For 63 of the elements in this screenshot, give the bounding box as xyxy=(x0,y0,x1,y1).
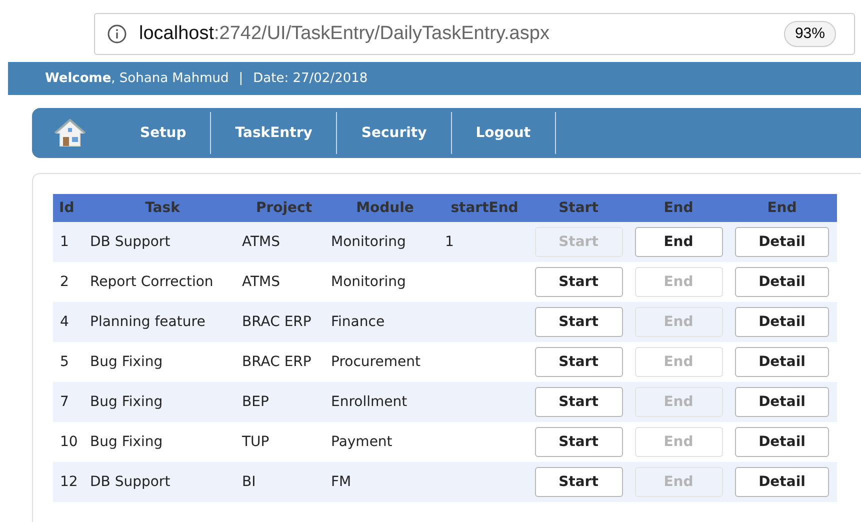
table-cell: FM xyxy=(331,474,352,490)
column-header: Module xyxy=(355,198,415,218)
column-header: Task xyxy=(144,198,181,218)
table-cell: DB Support xyxy=(90,234,170,250)
table-cell: BEP xyxy=(242,394,269,410)
table-cell: 10 xyxy=(60,434,78,450)
welcome-text: Welcome, Sohana Mahmud xyxy=(45,70,229,88)
table-cell: ATMS xyxy=(242,274,280,290)
detail-button[interactable]: Detail xyxy=(735,427,829,457)
table-button[interactable]: Start xyxy=(534,267,622,297)
table-cell: 5 xyxy=(60,354,69,370)
detail-button[interactable]: Detail xyxy=(735,347,829,377)
nav-link[interactable]: TaskEntry xyxy=(211,112,338,154)
table-cell: BI xyxy=(242,474,256,490)
table-cell: Monitoring xyxy=(331,234,406,250)
table-button[interactable]: End xyxy=(634,227,722,257)
column-header: End xyxy=(766,198,798,218)
nav-link[interactable]: Logout xyxy=(452,112,556,154)
table-cell: BRAC ERP xyxy=(242,354,312,370)
table-cell: Procurement xyxy=(331,354,420,370)
url-text: localhost:2742/UI/TaskEntry/DailyTaskEntry.aspx xyxy=(139,22,550,46)
table-cell: BRAC ERP xyxy=(242,314,312,330)
table-button[interactable]: Start xyxy=(534,307,622,337)
detail-button[interactable]: Detail xyxy=(735,387,829,417)
table-cell: Monitoring xyxy=(331,274,406,290)
house-icon[interactable] xyxy=(54,118,86,148)
zoom-badge[interactable]: 93% xyxy=(784,20,836,48)
table-cell: Finance xyxy=(331,314,385,330)
detail-button[interactable]: Detail xyxy=(735,307,829,337)
table-cell: DB Support xyxy=(90,474,170,490)
table-cell: TUP xyxy=(242,434,270,450)
date-text: Date: 27/02/2018 xyxy=(253,70,368,88)
table-cell: Bug Fixing xyxy=(90,394,163,410)
detail-button[interactable]: Detail xyxy=(735,227,829,257)
table-button[interactable]: Start xyxy=(534,347,622,377)
table-cell: Planning feature xyxy=(90,314,206,330)
table-cell: 1 xyxy=(60,234,69,250)
table-cell: ATMS xyxy=(242,234,280,250)
table-cell: 1 xyxy=(445,234,454,250)
detail-button[interactable]: Detail xyxy=(735,267,829,297)
table-button[interactable]: Start xyxy=(534,387,622,417)
nav-link[interactable]: Setup xyxy=(116,112,212,154)
column-header: Start xyxy=(558,198,600,218)
table-cell: 4 xyxy=(60,314,69,330)
separator-text: | xyxy=(238,70,244,88)
column-header: End xyxy=(662,198,694,218)
table-cell: 12 xyxy=(60,474,78,490)
table-cell: 7 xyxy=(60,394,69,410)
detail-button[interactable]: Detail xyxy=(735,467,829,497)
info-icon[interactable] xyxy=(107,24,127,44)
table-cell: Report Correction xyxy=(90,274,214,290)
table-cell: Enrollment xyxy=(331,394,408,410)
nav-link[interactable]: Security xyxy=(337,112,452,154)
table-cell: Bug Fixing xyxy=(90,354,163,370)
table-button[interactable]: Start xyxy=(534,427,622,457)
column-header: Project xyxy=(254,198,314,218)
table-cell: Bug Fixing xyxy=(90,434,163,450)
table-cell: Payment xyxy=(331,434,392,450)
column-header: startEnd xyxy=(450,198,520,218)
address-bar[interactable]: localhost:2742/UI/TaskEntry/DailyTaskEntry.aspx 93% xyxy=(94,13,855,55)
table-cell: 2 xyxy=(60,274,69,290)
column-header: Id xyxy=(58,198,76,218)
table-button[interactable]: Start xyxy=(534,467,622,497)
